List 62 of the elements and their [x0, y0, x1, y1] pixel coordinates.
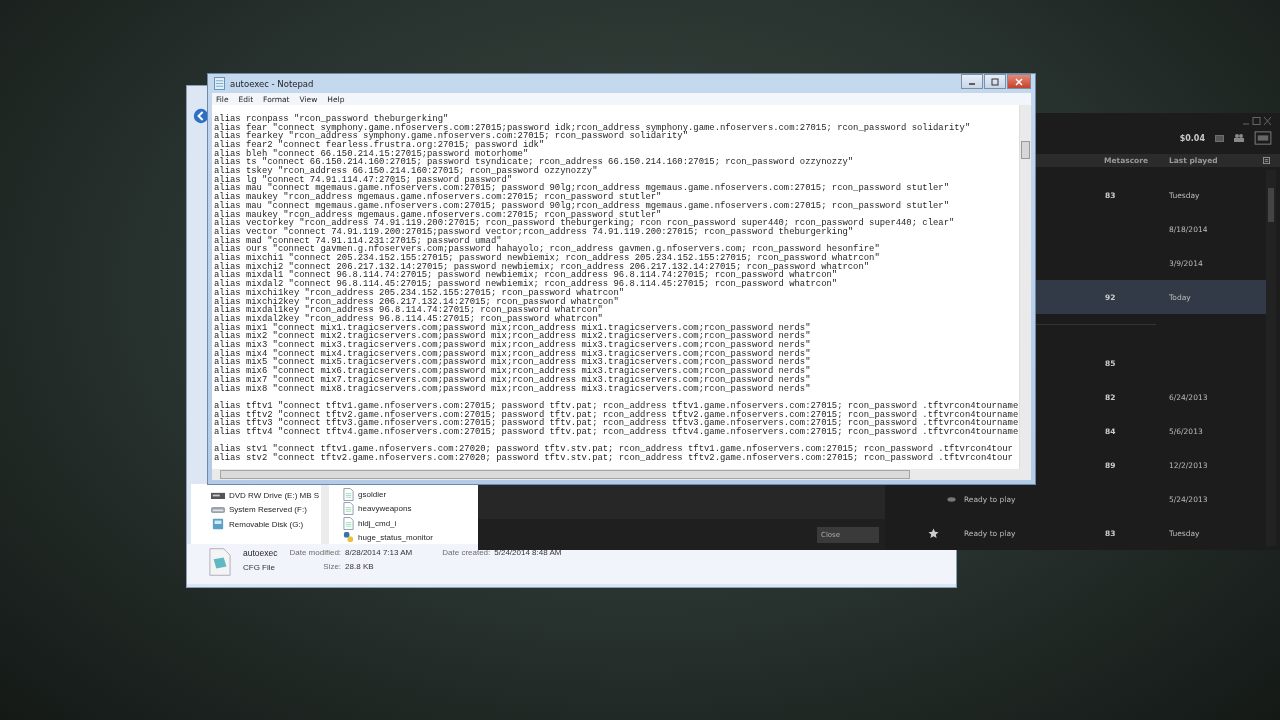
scrollbar[interactable] [1266, 170, 1276, 546]
text-line: alias tskey "rcon_address 66.150.214.160:27015; rcon_password ozzynozzy" [214, 167, 598, 176]
drive-item[interactable]: Removable Disk (G:) [211, 517, 320, 532]
field-value: 8/28/2014 7:13 AM [345, 548, 413, 557]
folder-entry[interactable]: gsoldier [343, 487, 433, 502]
text-line: alias mixdal1key "rcon_address 96.8.114.74:27015; rcon_password whatrcon" [214, 306, 603, 315]
text-line: alias maukey "rcon_address mgemaus.game.nfoservers.com:27015; rcon_password stutler" [214, 193, 662, 202]
screen-icon[interactable] [1254, 131, 1272, 146]
text-line: alias vectorkey "rcon_address 74.91.119.200:27015; rcon_password theburgerking; rcon rcon_password super440; rcon_password super440; clear" [214, 219, 955, 228]
scrollbar[interactable] [321, 484, 330, 544]
field-value: 5/24/2014 8:48 AM [494, 548, 562, 557]
star-icon [928, 527, 939, 539]
maximize-button[interactable] [984, 74, 1006, 89]
drive-item[interactable]: DVD RW Drive (E:) MB S [211, 488, 320, 503]
folder-entry[interactable]: hldj_cmd_i [343, 516, 433, 531]
text-line: alias tftv4 "connect tftv4.game.nfoservers.com:27015; password tftv.pat; rcon_address tftv4.game.nfoservers.com:27015; rcon_password .tftvrcon4tourname [214, 428, 1019, 437]
minimize-button[interactable] [961, 74, 983, 89]
window-controls-icon[interactable] [1242, 116, 1272, 126]
close-icon [1015, 77, 1023, 86]
field-label: Date modified: [289, 548, 342, 557]
text-line: alias vector "connect 74.91.119.200:27015;password vector;rcon_address 74.91.119.200:27015; rcon_password theburgerking" [214, 227, 854, 237]
text-line: alias mix8 "connect mix8.tragicservers.com;password mix;rcon_address mix3.tragicservers.com;rcon_password nerds" [214, 384, 811, 394]
folder-entry[interactable]: huge_status_monitor [343, 530, 433, 545]
text-line: alias tftv1 "connect tftv1.game.nfoservers.com:27015; password tftv.pat; rcon_address tftv1.game.nfoservers.com:27015; rcon_password .tftvrcon4tourname [214, 402, 1019, 411]
text-line: alias mix3 "connect mix3.tragicservers.com;password mix;rcon_address mix3.tragicservers.com;rcon_password nerds" [214, 341, 811, 350]
field-value: 28.8 KB [345, 562, 375, 571]
text-line: alias mix7 "connect mix7.tragicservers.com;password mix;rcon_address mix3.tragicservers.com;rcon_password nerds" [214, 375, 811, 385]
maximize-icon [991, 77, 999, 86]
python-file-icon [343, 531, 355, 545]
hard-drive-icon [211, 504, 225, 516]
document-icon [343, 516, 355, 530]
wallet-balance[interactable]: $0.04 [1179, 133, 1205, 143]
file-name: autoexec [243, 548, 278, 558]
notepad-icon [214, 77, 225, 90]
friends-icon[interactable] [1234, 134, 1244, 143]
folder-entry[interactable]: heavyweapons [343, 501, 433, 516]
text-line: alias rconpass "rcon_password theburgerking" [214, 114, 449, 124]
text-line: alias mixdal2key "rcon_address 96.8.114.45:27015; rcon_password whatrcon" [214, 314, 603, 324]
column-settings-icon[interactable] [1263, 157, 1270, 165]
text-line: alias mixdal2 "connect 96.8.114.45:27015; password newbiemix; rcon_address 96.8.114.45:27015; rcon_password whatrcon" [214, 280, 838, 289]
text-line: alias fearkey "rcon_address symphony.game.nfoservers.com:27015; rcon_password solidarity" [214, 132, 688, 141]
text-line: alias mixchi1 "connect 205.234.152.155:27015; password newbiemix; rcon_address 205.234.152.155:27015; rcon_password whatrcon" [214, 254, 880, 263]
text-line: alias fear2 "connect fearless.frustra.org:27015; password idk" [214, 140, 545, 150]
text-line: alias mixchi1key "rcon_address 205.234.152.155:27015; rcon_password whatrcon" [214, 288, 625, 298]
field-label: Date created: [442, 548, 491, 557]
field-label: Size: [322, 562, 342, 571]
mail-icon[interactable] [1215, 134, 1224, 142]
text-line: alias mau "connect mgemaus.game.nfoservers.com:27015; password 90lg;rcon_address mgemaus.game.nfoservers.com:27015; rcon_password stutler" [214, 201, 949, 211]
document-icon [343, 502, 355, 516]
drive-item[interactable]: System Reserved (F:) [211, 502, 320, 517]
text-line: alias mix6 "connect mix6.tragicservers.com;password mix;rcon_address mix3.tragicservers.com;rcon_password nerds" [214, 367, 811, 376]
scrollbar[interactable] [1019, 105, 1031, 469]
back-button-icon[interactable] [193, 108, 209, 124]
window-title: autoexec - Notepad [230, 78, 314, 89]
file-type: CFG File [243, 563, 276, 572]
text-line: alias ts "connect 66.150.214.160:27015; password tsyndicate; rcon_address 66.150.214.160:27015; rcon_password ozzynozzy" [214, 158, 854, 167]
scrollbar[interactable] [212, 469, 1031, 480]
file-icon [209, 548, 231, 576]
document-icon [343, 487, 355, 501]
close-button[interactable] [1007, 74, 1031, 89]
text-line: alias stv2 "connect tftv2.game.nfoservers.com:27020; password tftv.stv.pat; rcon_address tftv2.game.nfoservers.com:27015; rcon_password .tftvrcon4tour [214, 454, 1013, 463]
cloud-icon [947, 496, 956, 502]
